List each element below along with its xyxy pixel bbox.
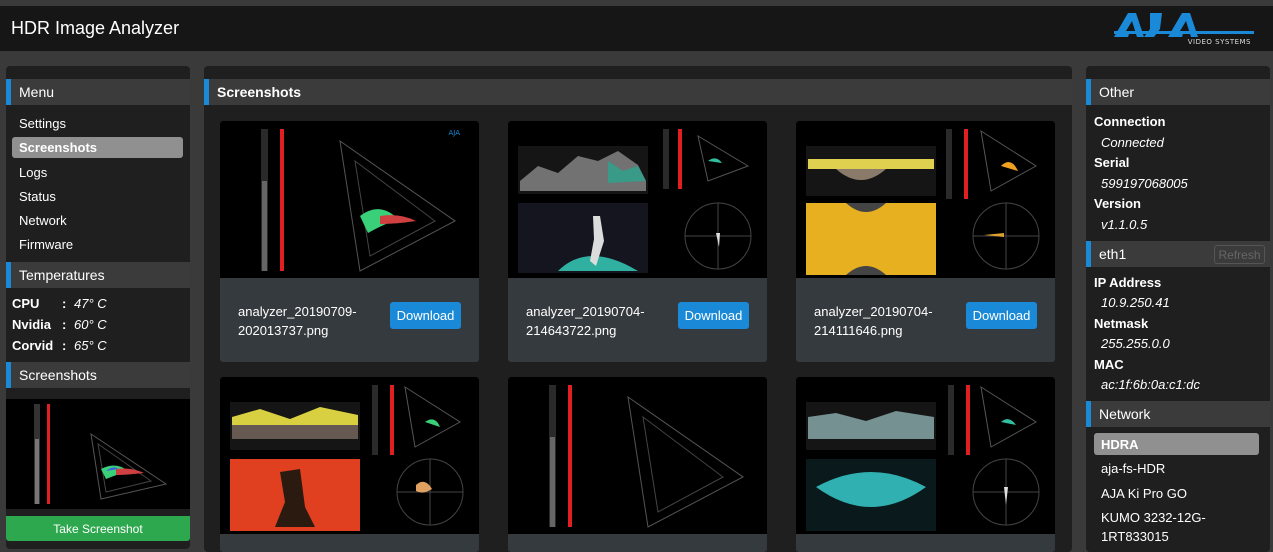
ip-address-label: IP Address xyxy=(1094,275,1162,290)
screenshot-thumbnail[interactable] xyxy=(508,121,767,278)
version-label: Version xyxy=(1094,196,1141,211)
right-sidebar: Other Connection Connected Serial 599197… xyxy=(1086,66,1270,552)
temp-value: 47° C xyxy=(74,296,107,311)
main-panel: Screenshots AJA analyzer_20190709-202013… xyxy=(204,66,1072,552)
connection-label: Connection xyxy=(1094,114,1166,129)
temp-row-nvidia: Nvidia : 60° C xyxy=(12,317,107,332)
download-button[interactable]: Download xyxy=(966,302,1037,329)
screenshot-thumbnail[interactable] xyxy=(796,121,1055,278)
temp-value: 65° C xyxy=(74,338,107,353)
app-title: HDR Image Analyzer xyxy=(11,18,180,38)
screenshot-card xyxy=(508,377,767,552)
screenshot-card xyxy=(220,377,479,552)
temp-label: CPU xyxy=(12,296,40,311)
screenshot-thumbnail[interactable]: AJA xyxy=(220,121,479,278)
screenshot-preview xyxy=(6,399,190,509)
network-item-hdra[interactable]: HDRA xyxy=(1094,433,1259,455)
menu-heading: Menu xyxy=(6,79,190,105)
temp-label: Nvidia xyxy=(12,317,52,332)
temperatures-heading: Temperatures xyxy=(6,262,190,288)
network-item[interactable]: KUMO 3232-12G-1RT833015 xyxy=(1101,508,1231,546)
netmask-value: 255.255.0.0 xyxy=(1101,336,1170,351)
take-screenshot-button[interactable]: Take Screenshot xyxy=(6,516,190,541)
screenshot-thumbnail[interactable] xyxy=(508,377,767,534)
logo-subtext: VIDEO SYSTEMS xyxy=(1187,38,1251,46)
serial-label: Serial xyxy=(1094,155,1130,170)
temp-sep: : xyxy=(62,317,67,332)
ip-address-value: 10.9.250.41 xyxy=(1101,295,1170,310)
temp-sep: : xyxy=(62,338,67,353)
screenshots-heading: Screenshots xyxy=(6,362,190,388)
screenshot-card: analyzer_20190704-214643722.png Download xyxy=(508,121,767,362)
network-item[interactable]: aja-fs-HDR xyxy=(1101,459,1165,478)
menu-item-firmware[interactable]: Firmware xyxy=(19,237,73,252)
eth1-label: eth1 xyxy=(1099,246,1127,262)
screenshot-card xyxy=(796,377,1055,552)
menu-item-screenshots[interactable]: Screenshots xyxy=(12,137,183,158)
eth1-heading: eth1 Refresh xyxy=(1086,241,1270,267)
menu-item-network[interactable]: Network xyxy=(19,213,67,228)
temp-row-corvid: Corvid : 65° C xyxy=(12,338,107,353)
main-heading: Screenshots xyxy=(204,79,1072,105)
screenshot-filename: analyzer_20190704-214111646.png xyxy=(814,304,933,338)
screenshot-card: analyzer_20190704-214111646.png Download xyxy=(796,121,1055,362)
temp-sep: : xyxy=(62,296,67,311)
temp-label: Corvid xyxy=(12,338,54,353)
screenshot-card: AJA analyzer_20190709-202013737.png Down… xyxy=(220,121,479,362)
connection-value: Connected xyxy=(1101,135,1164,150)
screenshot-thumbnail[interactable] xyxy=(796,377,1055,534)
screenshot-thumbnail[interactable] xyxy=(220,377,479,534)
left-sidebar: Menu Settings Screenshots Logs Status Ne… xyxy=(6,66,190,549)
other-heading: Other xyxy=(1086,79,1270,105)
screenshot-filename: analyzer_20190709-202013737.png xyxy=(238,304,357,338)
mac-value: ac:1f:6b:0a:c1:dc xyxy=(1101,377,1201,392)
download-button[interactable]: Download xyxy=(678,302,749,329)
serial-value: 599197068005 xyxy=(1101,176,1188,191)
screenshot-filename: analyzer_20190704-214643722.png xyxy=(526,304,645,338)
refresh-button[interactable]: Refresh xyxy=(1214,245,1265,264)
network-heading: Network xyxy=(1086,401,1270,427)
menu-item-logs[interactable]: Logs xyxy=(19,165,47,180)
temp-row-cpu: CPU : 47° C xyxy=(12,296,107,311)
version-value: v1.1.0.5 xyxy=(1101,217,1148,232)
temp-value: 60° C xyxy=(74,317,107,332)
menu-item-status[interactable]: Status xyxy=(19,189,56,204)
mac-label: MAC xyxy=(1094,357,1124,372)
menu-item-settings[interactable]: Settings xyxy=(19,116,66,131)
network-item[interactable]: AJA Ki Pro GO xyxy=(1101,484,1187,503)
svg-text:AJA: AJA xyxy=(448,129,460,137)
download-button[interactable]: Download xyxy=(390,302,461,329)
top-bar: HDR Image Analyzer VIDEO SYSTEMS xyxy=(0,6,1273,51)
netmask-label: Netmask xyxy=(1094,316,1149,331)
